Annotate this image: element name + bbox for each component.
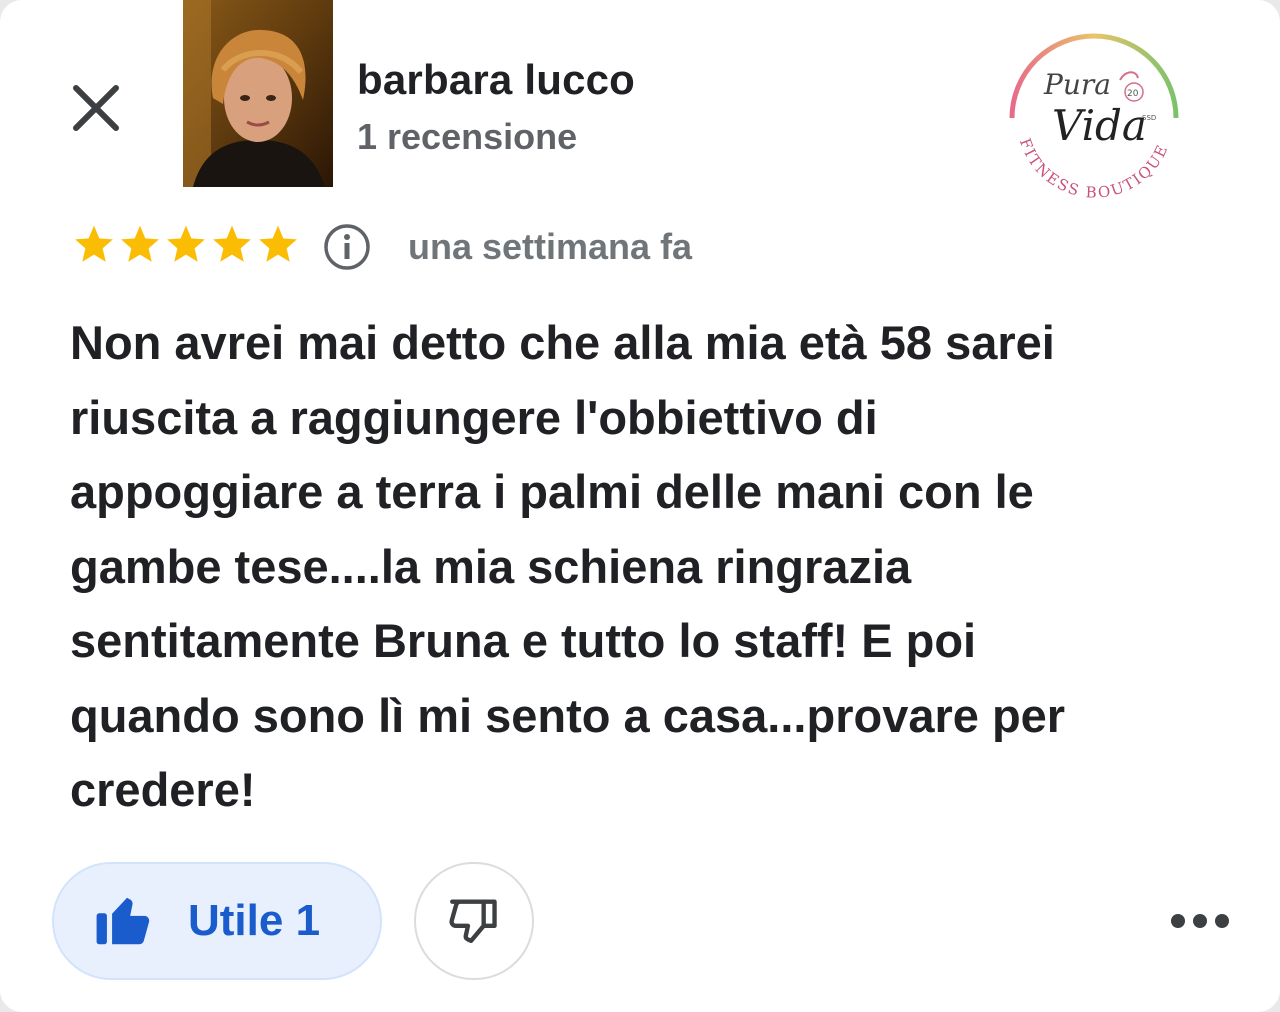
more-horizontal-icon bbox=[1171, 914, 1229, 928]
close-icon bbox=[73, 85, 119, 131]
review-text-line: sentitamente Bruna e tutto lo staff! E p… bbox=[70, 614, 977, 667]
star-rating bbox=[72, 222, 300, 266]
helpful-label: Utile 1 bbox=[188, 896, 321, 945]
review-text: Non avrei mai detto che alla mia età 58 … bbox=[70, 306, 1230, 828]
review-text-line: quando sono lì mi sento a casa...provare… bbox=[70, 688, 1066, 742]
review-text-line: Non avrei mai detto che alla mia età 58 … bbox=[70, 316, 1055, 369]
star-icon bbox=[121, 225, 159, 262]
logo-text-pura: Pura bbox=[1043, 68, 1111, 101]
logo-badge-ssd: SSD bbox=[1142, 114, 1156, 122]
info-icon[interactable] bbox=[322, 222, 372, 272]
review-timestamp: una settimana fa bbox=[408, 226, 693, 267]
star-icon bbox=[259, 225, 297, 262]
thumbs-up-icon bbox=[96, 897, 150, 945]
avatar[interactable] bbox=[183, 0, 333, 187]
helpful-button[interactable]: Utile 1 bbox=[52, 862, 382, 980]
not-helpful-button[interactable] bbox=[414, 862, 534, 980]
review-text-line: credere! bbox=[70, 763, 256, 816]
review-text-line: gambe tese....la mia schiena ringrazia bbox=[70, 539, 912, 593]
thumbs-down-icon bbox=[449, 899, 497, 943]
star-icon bbox=[167, 225, 205, 262]
author-name[interactable]: barbara lucco bbox=[357, 56, 635, 104]
close-button[interactable] bbox=[64, 76, 128, 140]
business-logo: Pura Vida 20 SSD FITNESS BOUTIQUE bbox=[1000, 22, 1188, 210]
review-card: barbara lucco 1 recensione Pura Vida 20 … bbox=[0, 0, 1280, 1012]
author-review-count: 1 recensione bbox=[357, 116, 578, 157]
star-icon bbox=[75, 225, 113, 262]
logo-badge-year: 20 bbox=[1127, 89, 1139, 99]
review-text-line: riuscita a raggiungere l'obbiettivo di bbox=[70, 390, 878, 444]
logo-text-vida: Vida bbox=[1052, 101, 1147, 150]
more-options-button[interactable] bbox=[1160, 898, 1240, 944]
review-text-line: appoggiare a terra i palmi delle mani co… bbox=[70, 465, 1034, 518]
star-icon bbox=[213, 225, 251, 262]
